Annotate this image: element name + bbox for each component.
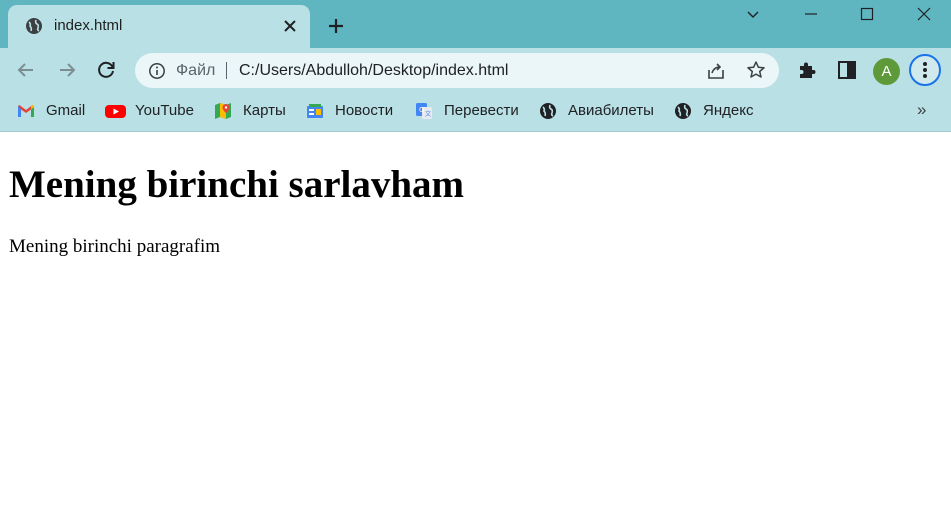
url-text[interactable]: C:/Users/Abdulloh/Desktop/index.html: [239, 61, 508, 80]
window-close-button[interactable]: [895, 0, 951, 30]
minimize-button[interactable]: [782, 0, 840, 30]
star-icon[interactable]: [746, 60, 766, 80]
divider: [226, 62, 227, 79]
info-icon[interactable]: [148, 62, 166, 80]
bookmarks-bar: Gmail YouTube Карты Новости G 文 Перевест…: [0, 93, 951, 132]
bookmark-label: Новости: [335, 102, 394, 119]
globe-icon: [26, 18, 42, 34]
close-icon[interactable]: [282, 18, 298, 34]
translate-icon: G 文: [416, 103, 432, 119]
minimize-icon: [805, 13, 817, 15]
bookmarks-overflow-button[interactable]: »: [917, 100, 926, 120]
bookmark-label: Авиабилеты: [568, 102, 654, 119]
page-heading: Mening birinchi sarlavham: [9, 163, 465, 206]
share-icon[interactable]: [706, 61, 726, 81]
maximize-button[interactable]: [838, 0, 896, 30]
bookmark-label: YouTube: [135, 102, 194, 119]
page-viewport: Mening birinchi sarlavham Mening birinch…: [0, 132, 951, 506]
news-icon: [307, 104, 323, 118]
tab-strip: index.html: [0, 0, 951, 48]
globe-icon: [675, 103, 691, 119]
arrow-left-icon[interactable]: [14, 58, 38, 82]
browser-toolbar: Файл C:/Users/Abdulloh/Desktop/index.htm…: [0, 48, 951, 93]
chevron-down-icon: [747, 11, 759, 18]
svg-text:G: G: [419, 106, 424, 114]
browser-menu-button[interactable]: [909, 54, 941, 86]
youtube-icon: [105, 105, 126, 118]
bookmark-label: Яндекс: [703, 102, 754, 119]
globe-icon: [540, 103, 556, 119]
side-panel-icon[interactable]: [835, 58, 859, 82]
gmail-icon: [18, 105, 34, 117]
tab-index-html[interactable]: index.html: [8, 5, 310, 48]
arrow-right-icon[interactable]: [55, 58, 79, 82]
puzzle-icon[interactable]: [795, 58, 819, 82]
bookmark-label: Карты: [243, 102, 286, 119]
plus-icon[interactable]: [326, 16, 346, 36]
tab-title: index.html: [54, 17, 123, 34]
kebab-menu-icon: [923, 62, 927, 78]
close-icon: [917, 7, 931, 21]
svg-text:文: 文: [425, 110, 431, 118]
address-bar[interactable]: Файл C:/Users/Abdulloh/Desktop/index.htm…: [135, 53, 779, 88]
maximize-icon: [860, 7, 874, 21]
reload-icon[interactable]: [94, 58, 118, 82]
avatar[interactable]: A: [873, 58, 900, 85]
bookmark-label: Перевести: [444, 102, 519, 119]
bookmark-label: Gmail: [46, 102, 86, 119]
maps-icon: [215, 103, 231, 119]
tab-search-button[interactable]: [724, 0, 782, 30]
scheme-label: Файл: [176, 62, 216, 79]
page-paragraph: Mening birinchi paragrafim: [9, 236, 221, 257]
